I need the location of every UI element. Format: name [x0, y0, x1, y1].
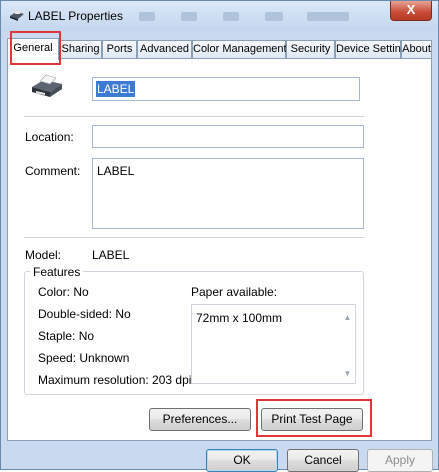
model-value: LABEL	[92, 248, 130, 262]
feature-max-resolution: Maximum resolution: 203 dpi	[38, 373, 192, 387]
window-title: LABEL Properties	[28, 9, 123, 23]
printer-name-value: LABEL	[96, 81, 136, 97]
scroll-up-icon[interactable]: ▲	[343, 313, 352, 322]
tab-ports[interactable]: Ports	[102, 40, 137, 59]
tab-device-settings[interactable]: Device Settings	[335, 40, 412, 59]
comment-value: LABEL	[97, 164, 135, 178]
tab-general[interactable]: General	[7, 38, 59, 60]
paper-available-label: Paper available:	[191, 285, 278, 299]
location-input[interactable]	[92, 125, 364, 148]
apply-button[interactable]: Apply	[367, 449, 433, 472]
divider	[24, 116, 364, 117]
tab-security[interactable]: Security	[286, 40, 335, 59]
location-label: Location:	[25, 130, 74, 144]
tab-advanced[interactable]: Advanced	[137, 40, 192, 59]
cancel-button[interactable]: Cancel	[287, 449, 359, 472]
feature-color: Color: No	[38, 285, 89, 299]
title-blur	[307, 12, 349, 21]
close-button[interactable]: X	[390, 1, 432, 21]
printer-title-icon	[10, 11, 24, 21]
title-bar[interactable]: LABEL Properties X	[1, 1, 438, 31]
properties-window: LABEL Properties X General Sharing Ports…	[0, 0, 439, 472]
title-blur	[181, 12, 197, 21]
general-panel: LABEL Location: Comment: LABEL Model: LA…	[7, 58, 432, 441]
preferences-button[interactable]: Preferences...	[149, 408, 251, 431]
title-blur	[265, 12, 283, 21]
divider	[24, 237, 364, 238]
features-label: Features	[30, 265, 84, 279]
tab-sharing[interactable]: Sharing	[59, 40, 102, 59]
comment-textarea[interactable]: LABEL	[92, 158, 364, 229]
comment-label: Comment:	[25, 164, 81, 178]
tab-color-management[interactable]: Color Management	[192, 40, 287, 59]
paper-list[interactable]: 72mm x 100mm ▲ ▼	[191, 304, 356, 384]
printer-name-input[interactable]: LABEL	[92, 77, 360, 101]
feature-speed: Speed: Unknown	[38, 351, 130, 365]
feature-staple: Staple: No	[38, 329, 95, 343]
ok-button[interactable]: OK	[206, 449, 278, 472]
title-blur	[223, 12, 239, 21]
feature-double-sided: Double-sided: No	[38, 307, 131, 321]
model-label: Model:	[25, 248, 62, 262]
print-test-page-button[interactable]: Print Test Page	[261, 408, 363, 431]
scroll-down-icon[interactable]: ▼	[343, 369, 352, 378]
paper-size-item[interactable]: 72mm x 100mm	[196, 311, 282, 325]
printer-icon	[32, 74, 62, 97]
tab-about[interactable]: About	[401, 40, 432, 59]
title-blur	[139, 12, 155, 21]
